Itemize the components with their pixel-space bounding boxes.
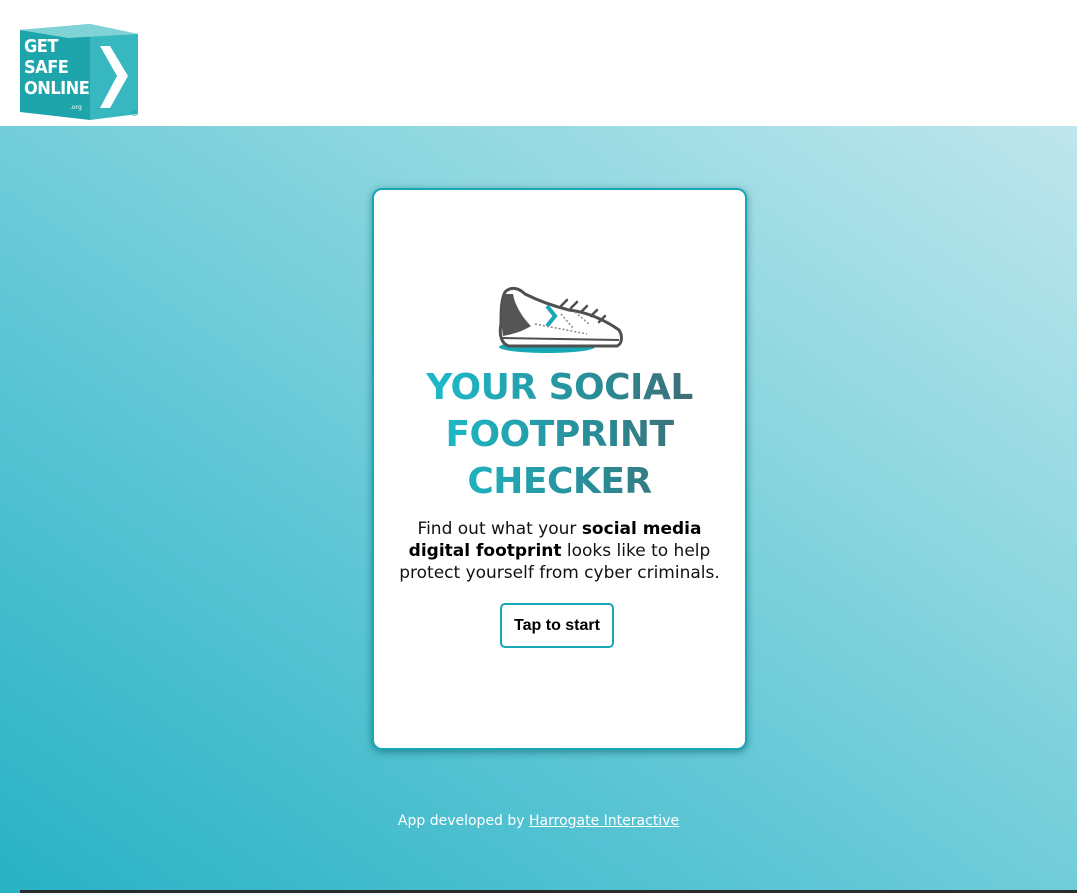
header: GET SAFE ONLINE .org ® [0,0,1077,126]
tap-to-start-button[interactable]: Tap to start [500,603,614,648]
intro-description: Find out what your social media digital … [394,518,725,584]
title-line-3: CHECKER [467,461,652,502]
intro-card: YOUR SOCIAL FOOTPRINT CHECKER Find out w… [372,188,747,750]
page-title: YOUR SOCIAL FOOTPRINT CHECKER [374,364,745,505]
footer-credit: App developed by Harrogate Interactive [0,813,1077,829]
main-area: YOUR SOCIAL FOOTPRINT CHECKER Find out w… [0,126,1077,893]
logo-line-get: GET [24,36,58,57]
harrogate-interactive-link[interactable]: Harrogate Interactive [529,813,679,829]
title-line-2: FOOTPRINT [445,414,674,455]
logo-line-online: ONLINE [24,78,90,99]
description-part-1: Find out what your [417,519,582,539]
get-safe-online-logo[interactable]: GET SAFE ONLINE .org ® [18,16,142,122]
logo-wordmark: GET SAFE ONLINE [24,36,90,99]
registered-mark: ® [130,109,139,119]
logo-org-suffix: .org [70,104,82,111]
sneaker-icon [498,286,623,353]
title-line-1: YOUR SOCIAL [426,367,693,408]
logo-line-safe: SAFE [24,57,69,78]
footer-prefix: App developed by [397,813,530,829]
